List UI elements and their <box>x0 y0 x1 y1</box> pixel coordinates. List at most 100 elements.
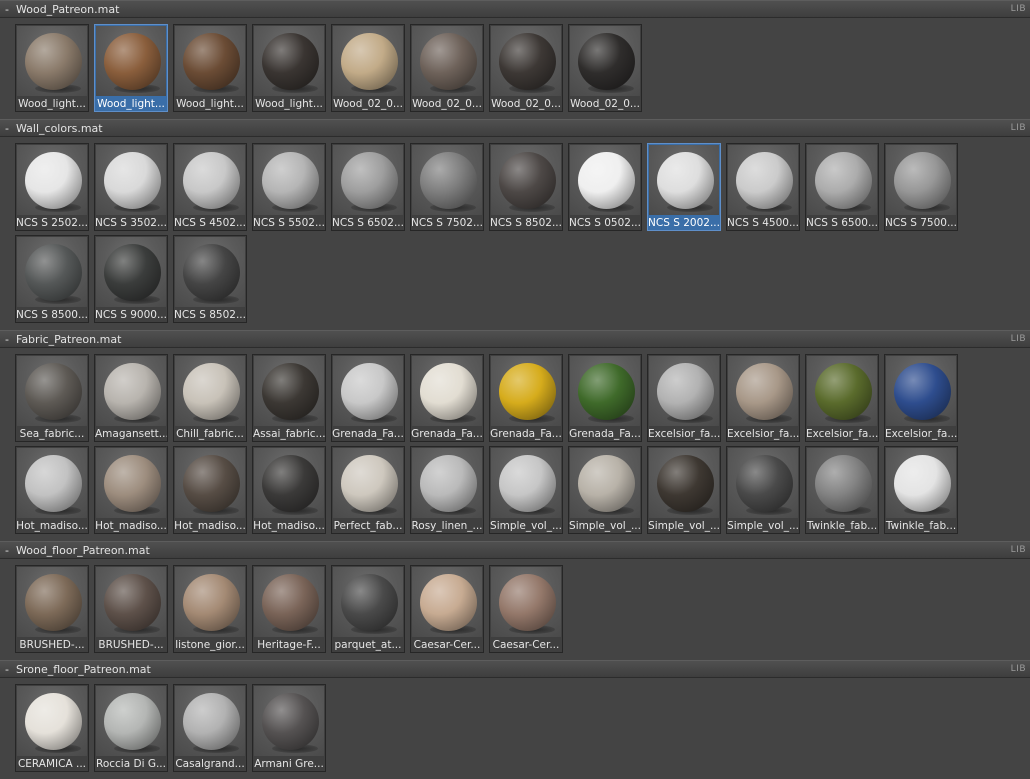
material-swatch[interactable]: Perfect_fab... <box>331 446 405 534</box>
material-preview <box>175 356 245 426</box>
material-swatch[interactable]: CERAMICA ... <box>15 684 89 772</box>
material-swatch[interactable]: Hot_madiso... <box>94 446 168 534</box>
material-preview <box>96 567 166 637</box>
material-swatch[interactable]: NCS S 4500... <box>726 143 800 231</box>
material-swatch[interactable]: NCS S 6502... <box>331 143 405 231</box>
lib-badge: LIB <box>1010 123 1026 133</box>
material-name: Wood_light... <box>255 98 323 110</box>
material-swatch[interactable]: Grenada_Fa... <box>568 354 642 442</box>
material-swatch[interactable]: Simple_vol_... <box>647 446 721 534</box>
material-name: Chill_fabric... <box>176 428 244 440</box>
material-swatch[interactable]: parquet_at... <box>331 565 405 653</box>
material-swatch[interactable]: Hot_madiso... <box>173 446 247 534</box>
material-preview <box>254 145 324 215</box>
material-sphere-icon <box>262 455 319 512</box>
section-header[interactable]: - Wood_floor_Patreon.mat LIB <box>0 541 1030 559</box>
material-sphere-icon <box>183 574 240 631</box>
material-preview <box>570 356 640 426</box>
material-swatch[interactable]: NCS S 9000... <box>94 235 168 323</box>
material-swatch[interactable]: Hot_madiso... <box>252 446 326 534</box>
material-swatch[interactable]: NCS S 8500... <box>15 235 89 323</box>
material-grid: NCS S 2502... NCS S 3502... NCS S 4502... N… <box>0 137 975 330</box>
material-sphere-icon <box>104 244 161 301</box>
material-preview <box>886 145 956 215</box>
material-sphere-icon <box>25 574 82 631</box>
collapse-toggle-icon[interactable]: - <box>5 3 9 16</box>
material-swatch[interactable]: Simple_vol_... <box>568 446 642 534</box>
material-swatch[interactable]: NCS S 6500... <box>805 143 879 231</box>
material-swatch[interactable]: Grenada_Fa... <box>331 354 405 442</box>
material-swatch[interactable]: NCS S 8502... <box>173 235 247 323</box>
collapse-toggle-icon[interactable]: - <box>5 122 9 135</box>
material-swatch[interactable]: listone_gior... <box>173 565 247 653</box>
material-swatch[interactable]: Wood_02_0... <box>410 24 484 112</box>
material-preview <box>175 448 245 518</box>
material-name: Rosy_linen_... <box>411 520 483 532</box>
material-swatch[interactable]: Wood_02_0... <box>331 24 405 112</box>
material-swatch[interactable]: Grenada_Fa... <box>410 354 484 442</box>
material-swatch[interactable]: NCS S 8502... <box>489 143 563 231</box>
material-swatch[interactable]: Wood_light... <box>94 24 168 112</box>
material-swatch[interactable]: NCS S 3502... <box>94 143 168 231</box>
material-swatch[interactable]: Rosy_linen_... <box>410 446 484 534</box>
section-header[interactable]: - Wall_colors.mat LIB <box>0 119 1030 137</box>
material-name: NCS S 2502... <box>16 217 88 229</box>
material-sphere-icon <box>657 152 714 209</box>
material-preview <box>412 448 482 518</box>
material-swatch[interactable]: Wood_light... <box>173 24 247 112</box>
material-swatch[interactable]: NCS S 0502... <box>568 143 642 231</box>
material-swatch[interactable]: Wood_02_0... <box>568 24 642 112</box>
material-swatch[interactable]: Twinkle_fab... <box>805 446 879 534</box>
collapse-toggle-icon[interactable]: - <box>5 663 9 676</box>
lib-badge: LIB <box>1010 334 1026 344</box>
material-swatch[interactable]: Amagansett... <box>94 354 168 442</box>
material-swatch[interactable]: Assai_fabric... <box>252 354 326 442</box>
material-swatch[interactable]: Simple_vol_... <box>489 446 563 534</box>
material-swatch[interactable]: Wood_light... <box>252 24 326 112</box>
material-swatch[interactable]: Hot_madiso... <box>15 446 89 534</box>
material-sphere-icon <box>578 33 635 90</box>
material-swatch[interactable]: Heritage-F... <box>252 565 326 653</box>
material-swatch[interactable]: Chill_fabric... <box>173 354 247 442</box>
material-swatch[interactable]: Casalgrand... <box>173 684 247 772</box>
material-swatch[interactable]: NCS S 4502... <box>173 143 247 231</box>
section-header[interactable]: - Fabric_Patreon.mat LIB <box>0 330 1030 348</box>
section-header[interactable]: - Srone_floor_Patreon.mat LIB <box>0 660 1030 678</box>
material-swatch[interactable]: Roccia Di G... <box>94 684 168 772</box>
material-swatch[interactable]: NCS S 2502... <box>15 143 89 231</box>
material-swatch[interactable]: Grenada_Fa... <box>489 354 563 442</box>
material-swatch[interactable]: Caesar-Cer... <box>489 565 563 653</box>
material-swatch[interactable]: NCS S 5502... <box>252 143 326 231</box>
material-swatch[interactable]: Armani Gre... <box>252 684 326 772</box>
material-swatch[interactable]: Simple_vol_... <box>726 446 800 534</box>
material-swatch[interactable]: NCS S 2002... <box>647 143 721 231</box>
material-name: Armani Gre... <box>254 758 324 770</box>
material-name: BRUSHED-... <box>19 639 85 651</box>
material-preview <box>96 237 166 307</box>
collapse-toggle-icon[interactable]: - <box>5 333 9 346</box>
material-swatch[interactable]: BRUSHED-... <box>15 565 89 653</box>
material-preview <box>728 448 798 518</box>
material-swatch[interactable]: Excelsior_fa... <box>884 354 958 442</box>
material-swatch[interactable]: Excelsior_fa... <box>647 354 721 442</box>
material-swatch[interactable]: Excelsior_fa... <box>726 354 800 442</box>
material-swatch[interactable]: NCS S 7502... <box>410 143 484 231</box>
material-swatch[interactable]: NCS S 7500... <box>884 143 958 231</box>
material-swatch[interactable]: Wood_light... <box>15 24 89 112</box>
material-name: CERAMICA ... <box>17 758 87 770</box>
material-preview <box>412 145 482 215</box>
material-swatch[interactable]: Sea_fabric... <box>15 354 89 442</box>
material-swatch[interactable]: Caesar-Cer... <box>410 565 484 653</box>
material-swatch[interactable]: Excelsior_fa... <box>805 354 879 442</box>
material-preview <box>807 356 877 426</box>
material-preview <box>491 567 561 637</box>
material-swatch[interactable]: BRUSHED-... <box>94 565 168 653</box>
material-swatch[interactable]: Twinkle_fab... <box>884 446 958 534</box>
material-name: Simple_vol_... <box>648 520 720 532</box>
material-name: NCS S 6500... <box>806 217 878 229</box>
material-sphere-icon <box>815 363 872 420</box>
material-sphere-icon <box>894 363 951 420</box>
section-header[interactable]: - Wood_Patreon.mat LIB <box>0 0 1030 18</box>
material-swatch[interactable]: Wood_02_0... <box>489 24 563 112</box>
collapse-toggle-icon[interactable]: - <box>5 544 9 557</box>
